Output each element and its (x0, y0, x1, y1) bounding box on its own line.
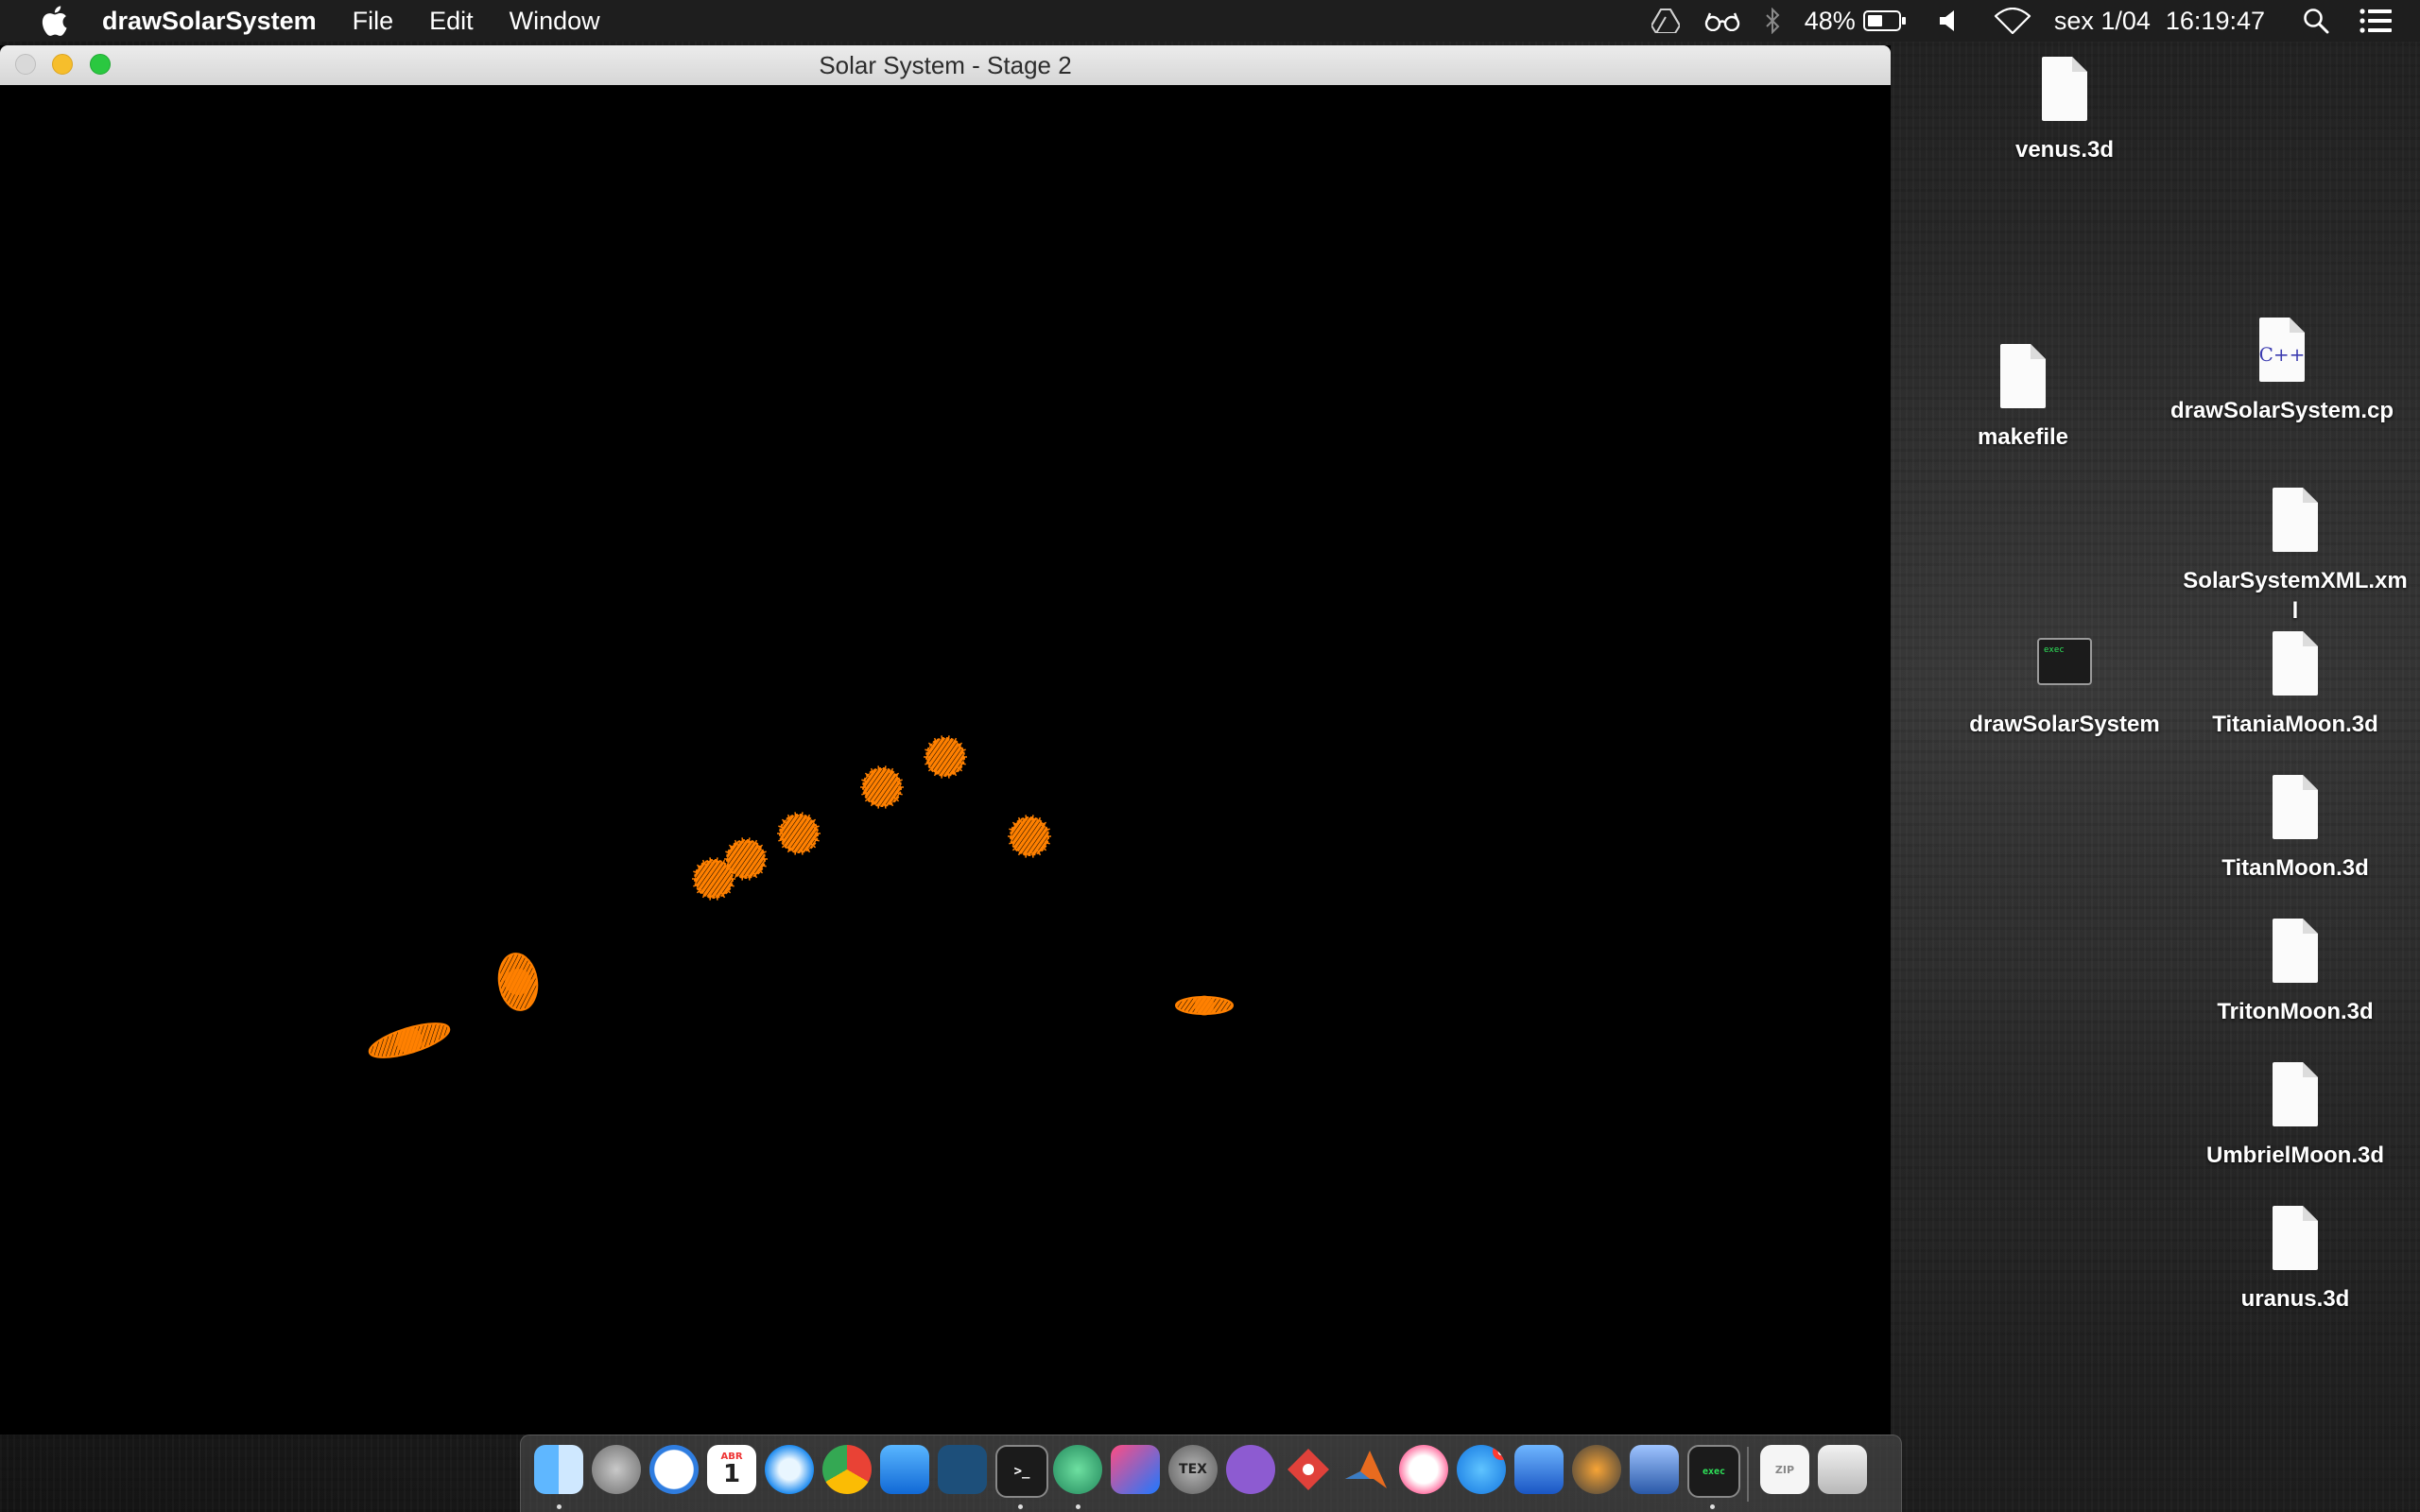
menu-clock[interactable]: 16:19:47 (2166, 7, 2265, 36)
desktop-file-executable[interactable]: exec drawSolarSystem (1951, 629, 2178, 740)
exec-icon[interactable]: exec (1687, 1445, 1740, 1498)
apple-icon[interactable] (38, 5, 70, 37)
appstore-icon[interactable]: 6 (1457, 1445, 1506, 1494)
cpp-file-icon: C++ (2259, 318, 2306, 382)
dock-running-indicator (1076, 1504, 1080, 1509)
git-diamond-icon[interactable] (1284, 1445, 1333, 1494)
right-ringed-planet (1175, 995, 1234, 1016)
desktop-file-label: makefile (1977, 424, 2069, 450)
atom-icon[interactable] (1053, 1445, 1102, 1494)
planet-6 (1008, 815, 1051, 858)
menu-date[interactable]: sex 1/04 (2054, 7, 2151, 36)
desktop-file-titania[interactable]: TitaniaMoon.3d (2182, 629, 2409, 740)
virtualbox-icon[interactable] (1630, 1445, 1679, 1494)
menu-file[interactable]: File (353, 7, 394, 36)
notification-center-icon[interactable] (2360, 0, 2392, 42)
desktop-file-venus[interactable]: venus.3d (1951, 55, 2178, 165)
planet-3 (777, 812, 821, 855)
executable-icon: exec (2037, 638, 2092, 685)
tex-icon[interactable]: TEX (1168, 1445, 1218, 1494)
svg-text:C++: C++ (2259, 343, 2306, 366)
desktop-file-label: TitaniaMoon.3d (2212, 712, 2378, 737)
battery-percent[interactable]: 48% (1805, 7, 1856, 36)
trash-icon[interactable] (1818, 1445, 1867, 1494)
document-icon (2273, 919, 2318, 983)
desktop-file-titan[interactable]: TitanMoon.3d (2182, 773, 2409, 884)
glasses-icon[interactable] (1704, 0, 1740, 42)
tilted-planet (497, 953, 539, 1011)
document-icon (2000, 344, 2046, 408)
matlab-icon[interactable] (1341, 1445, 1391, 1494)
bluetooth-icon[interactable] (1765, 0, 1780, 42)
desktop-file-label: SolarSystemXML.xml (2183, 568, 2408, 624)
opengl-canvas[interactable] (0, 85, 1891, 1435)
dolphin-icon[interactable] (938, 1445, 987, 1494)
calendar-icon[interactable]: ABR 1 (707, 1445, 756, 1494)
desktop-file-label: drawSolarSystem.cp (2169, 398, 2394, 423)
drive-icon[interactable] (1651, 0, 1680, 42)
dock: ABR 1 >_ TEX 6 exec ZIP (520, 1435, 1902, 1512)
desktop-file-triton[interactable]: TritonMoon.3d (2182, 917, 2409, 1027)
planet-5 (924, 735, 967, 779)
calendar-day: 1 (722, 1460, 741, 1488)
music-icon[interactable] (1399, 1445, 1448, 1494)
github-icon[interactable] (1226, 1445, 1275, 1494)
menu-bar: drawSolarSystem File Edit Window 48% sex… (0, 0, 2420, 42)
document-icon (2273, 1206, 2318, 1270)
chrome-icon[interactable] (822, 1445, 872, 1494)
clock-icon[interactable] (649, 1445, 699, 1494)
window-titlebar[interactable]: Solar System - Stage 2 (0, 45, 1891, 86)
dock-running-indicator (1710, 1504, 1715, 1509)
battery-icon[interactable] (1862, 0, 1907, 42)
xcode-icon[interactable] (880, 1445, 929, 1494)
document-icon (2273, 1062, 2318, 1126)
desktop-file-cpp[interactable]: C++ drawSolarSystem.cp (2169, 316, 2395, 426)
dock-running-indicator (557, 1504, 562, 1509)
desktop-file-label: venus.3d (2014, 137, 2115, 163)
dock-running-indicator (1018, 1504, 1023, 1509)
zip-icon[interactable]: ZIP (1760, 1445, 1809, 1494)
desktop-file-makefile[interactable]: makefile (1910, 342, 2136, 453)
dock-icon-text: TEX (1179, 1462, 1207, 1477)
finder-icon[interactable] (534, 1445, 583, 1494)
menu-app-name[interactable]: drawSolarSystem (102, 7, 317, 36)
left-ringed-planet (368, 1022, 451, 1058)
window-title: Solar System - Stage 2 (819, 51, 1072, 79)
desktop-file-label: drawSolarSystem (1969, 712, 2160, 737)
volume-icon[interactable] (1939, 0, 1958, 42)
desktop-file-xml[interactable]: SolarSystemXML.xml (2182, 486, 2409, 627)
desktop-file-label: uranus.3d (2240, 1286, 2350, 1312)
wifi-icon[interactable] (1994, 0, 2031, 42)
dock-separator (1747, 1447, 1749, 1502)
desktop-file-label: TritonMoon.3d (2217, 999, 2374, 1024)
document-icon (2273, 488, 2318, 552)
planet-4 (860, 765, 904, 809)
dock-badge: 6 (1493, 1445, 1506, 1460)
intellij-icon[interactable] (1111, 1445, 1160, 1494)
menu-window[interactable]: Window (510, 7, 600, 36)
wireshark-icon[interactable] (1514, 1445, 1564, 1494)
xquartz-icon[interactable] (1572, 1445, 1621, 1494)
launchpad-icon[interactable] (592, 1445, 641, 1494)
document-icon (2273, 631, 2318, 696)
solar-system-render (368, 735, 1234, 1058)
terminal-icon[interactable]: >_ (995, 1445, 1048, 1498)
app-window: Solar System - Stage 2 (0, 45, 1891, 1435)
document-icon (2273, 775, 2318, 839)
desktop-file-label: UmbrielMoon.3d (2205, 1143, 2384, 1168)
desktop-file-label: TitanMoon.3d (2221, 855, 2369, 881)
desktop-file-uranus[interactable]: uranus.3d (2182, 1204, 2409, 1314)
safari-icon[interactable] (765, 1445, 814, 1494)
spotlight-icon[interactable] (2303, 0, 2329, 42)
svg-text:exec: exec (2044, 645, 2065, 655)
document-icon (2042, 57, 2087, 121)
desktop-file-umbriel[interactable]: UmbrielMoon.3d (2182, 1060, 2409, 1171)
menu-edit[interactable]: Edit (429, 7, 474, 36)
